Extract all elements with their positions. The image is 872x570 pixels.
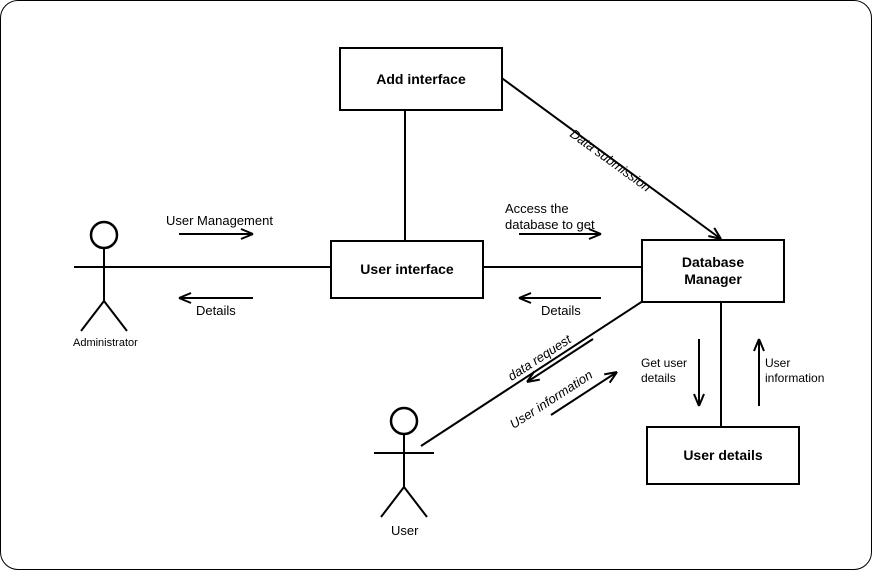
user-interface-label: User interface: [360, 261, 453, 278]
user-interface-box: User interface: [330, 240, 484, 299]
user-details-box: User details: [646, 426, 800, 485]
user-figure: [374, 408, 434, 517]
details-left-label: Details: [196, 303, 236, 319]
details-mid-label: Details: [541, 303, 581, 319]
access-db-label: Access the database to get: [505, 201, 595, 234]
data-request-label: data request: [505, 332, 574, 385]
add-interface-box: Add interface: [339, 47, 503, 111]
administrator-caption: Administrator: [73, 337, 138, 351]
user-information-right-label: User information: [765, 356, 824, 386]
add-interface-label: Add interface: [376, 71, 465, 88]
get-user-details-label: Get user details: [641, 356, 687, 386]
user-details-label: User details: [683, 447, 762, 464]
database-manager-box: Database Manager: [641, 239, 785, 303]
administrator-figure: [74, 222, 134, 331]
database-manager-label: Database Manager: [682, 254, 744, 288]
user-caption: User: [391, 523, 418, 539]
user-management-label: User Management: [166, 213, 273, 229]
data-submission-label: Data submission: [566, 126, 653, 196]
diagram-canvas: Add interface User interface Database Ma…: [0, 0, 872, 570]
